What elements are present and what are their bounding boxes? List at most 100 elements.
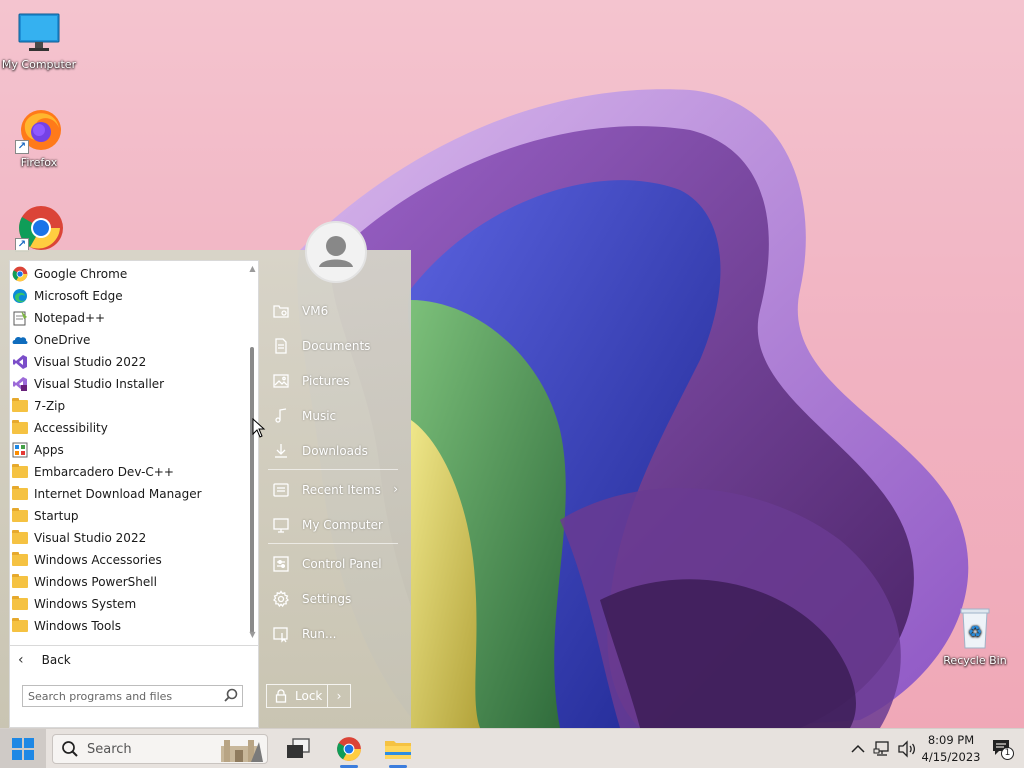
folder-icon <box>12 552 28 568</box>
desktop-icon-my-computer[interactable]: My Computer <box>0 8 78 71</box>
show-hidden-icons-chevron-up-icon[interactable] <box>850 741 866 757</box>
user-avatar[interactable] <box>305 221 367 283</box>
user-icon <box>319 236 353 267</box>
network-icon[interactable] <box>873 740 891 758</box>
documents-icon <box>272 337 290 355</box>
folder-icon <box>12 596 28 612</box>
taskbar-file-explorer-button[interactable] <box>382 733 414 768</box>
program-item-label: 7-Zip <box>34 399 66 413</box>
taskbar-chrome-button[interactable] <box>333 733 365 768</box>
taskbar: Search 8:09 PM 4/15/2023 1 <box>0 728 1024 768</box>
places-item[interactable]: Run... <box>268 619 404 649</box>
lock-button[interactable]: Lock <box>266 684 328 708</box>
places-item[interactable]: Settings <box>268 584 404 614</box>
start-button[interactable] <box>0 729 46 768</box>
places-item-label: Run... <box>302 627 337 641</box>
places-item-label: Control Panel <box>302 557 382 571</box>
chrome-icon <box>337 737 361 761</box>
desktop-icon-label: My Computer <box>1 58 77 71</box>
program-item-label: Accessibility <box>34 421 108 435</box>
start-search-input[interactable] <box>23 689 222 703</box>
windows-logo-icon <box>12 738 34 760</box>
chevron-right-icon: › <box>336 689 342 703</box>
desktop-icon-chrome[interactable]: ↗ <box>0 204 78 254</box>
lock-options-button[interactable]: › <box>328 684 351 708</box>
program-item[interactable]: Apps <box>10 439 246 461</box>
folder-icon <box>12 486 28 502</box>
gear-icon <box>272 590 290 608</box>
back-button[interactable]: ‹ Back <box>10 650 258 670</box>
program-item-label: Visual Studio 2022 <box>34 531 147 545</box>
program-list-scrollbar[interactable]: ▲ ▼ <box>246 261 259 645</box>
program-item-label: Visual Studio 2022 <box>34 355 147 369</box>
programs-pane: Google Chrome Microsoft Edge Notepad++ OneD… <box>9 260 259 728</box>
program-item[interactable]: 7-Zip <box>10 395 246 417</box>
program-item[interactable]: Embarcadero Dev-C++ <box>10 461 246 483</box>
apps-icon <box>12 442 28 458</box>
program-item[interactable]: Startup <box>10 505 246 527</box>
desktop-icon-recycle-bin[interactable]: ♻ Recycle Bin <box>936 604 1014 667</box>
desktop-icon-firefox[interactable]: ↗ Firefox <box>0 106 78 169</box>
folder-icon <box>12 420 28 436</box>
places-item[interactable]: Documents <box>268 331 404 361</box>
monitor-icon <box>15 8 63 56</box>
places-item[interactable]: My Computer <box>268 510 404 540</box>
places-item[interactable]: Downloads <box>268 436 404 466</box>
places-item-label: Music <box>302 409 337 423</box>
program-item-label: Notepad++ <box>34 311 106 325</box>
places-item[interactable]: Music <box>268 401 404 431</box>
program-item[interactable]: Visual Studio Installer <box>10 373 246 395</box>
program-item[interactable]: Windows Tools <box>10 615 246 637</box>
program-item-label: Windows Tools <box>34 619 121 633</box>
scroll-up-arrow-icon[interactable]: ▲ <box>246 263 259 275</box>
program-item[interactable]: Windows Accessories <box>10 549 246 571</box>
task-view-icon <box>287 738 310 758</box>
run-icon <box>272 625 290 643</box>
chevron-right-icon: › <box>393 482 398 496</box>
program-item[interactable]: Google Chrome <box>10 263 246 285</box>
program-item[interactable]: Microsoft Edge <box>10 285 246 307</box>
start-search-box[interactable] <box>22 685 243 707</box>
scroll-down-arrow-icon[interactable]: ▼ <box>246 629 259 641</box>
desktop-icon-label: Recycle Bin <box>943 654 1007 667</box>
program-item[interactable]: Internet Download Manager <box>10 483 246 505</box>
music-icon <box>272 407 290 425</box>
program-item[interactable]: Visual Studio 2022 <box>10 527 246 549</box>
program-item[interactable]: Visual Studio 2022 <box>10 351 246 373</box>
program-item[interactable]: Windows System <box>10 593 246 615</box>
notification-center-button[interactable]: 1 <box>992 739 1016 761</box>
notepad-icon <box>12 310 28 326</box>
places-item-label: Recent Items <box>302 483 381 497</box>
program-item-label: Google Chrome <box>34 267 128 281</box>
scrollbar-thumb[interactable] <box>250 347 254 633</box>
folder-icon <box>12 464 28 480</box>
places-item[interactable]: Control Panel <box>268 549 404 579</box>
program-item[interactable]: Windows PowerShell <box>10 571 246 593</box>
recent-items-icon <box>272 481 290 499</box>
chrome-icon <box>12 266 28 282</box>
taskbar-clock[interactable]: 8:09 PM 4/15/2023 <box>916 732 986 766</box>
folder-icon <box>12 618 28 634</box>
mouse-cursor-icon <box>252 418 266 438</box>
places-item[interactable]: Pictures <box>268 366 404 396</box>
taskbar-search-box[interactable]: Search <box>52 734 268 764</box>
program-item[interactable]: OneDrive <box>10 329 246 351</box>
places-item[interactable]: Recent Items › <box>268 475 404 505</box>
program-item-label: OneDrive <box>34 333 91 347</box>
volume-icon[interactable] <box>897 740 917 758</box>
program-item[interactable]: Accessibility <box>10 417 246 439</box>
control-panel-icon <box>272 555 290 573</box>
places-item-label: Pictures <box>302 374 350 388</box>
program-item-label: Windows Accessories <box>34 553 162 567</box>
clock-time: 8:09 PM <box>927 733 975 747</box>
program-item-label: Windows System <box>34 597 137 611</box>
program-item-label: Visual Studio Installer <box>34 377 165 391</box>
search-icon <box>62 741 78 757</box>
program-item[interactable]: Notepad++ <box>10 307 246 329</box>
taskbar-search-placeholder: Search <box>87 741 132 757</box>
downloads-icon <box>272 442 290 460</box>
search-icon[interactable] <box>222 687 240 705</box>
computer-icon <box>272 516 290 534</box>
taskbar-task-view-button[interactable] <box>282 733 314 765</box>
places-item[interactable]: VM6 <box>268 296 404 326</box>
